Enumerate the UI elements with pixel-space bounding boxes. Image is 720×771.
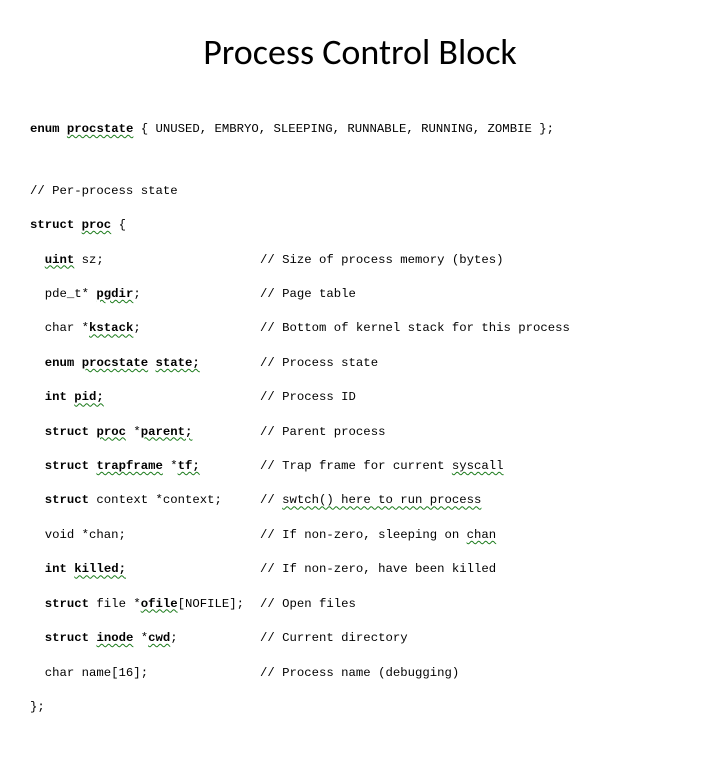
code-block: enum procstate { UNUSED, EMBRYO, SLEEPIN… [30, 104, 690, 751]
field-row: int killed;// If non-zero, have been kil… [30, 561, 690, 578]
struct-close: }; [30, 699, 690, 716]
field-row: struct trapframe *tf;// Trap frame for c… [30, 458, 690, 475]
field-row: struct proc *parent;// Parent process [30, 424, 690, 441]
field-row: uint sz;// Size of process memory (bytes… [30, 252, 690, 269]
field-row: int pid;// Process ID [30, 389, 690, 406]
field-row: char name[16];// Process name (debugging… [30, 665, 690, 682]
slide-title: Process Control Block [30, 30, 690, 74]
comment-header: // Per-process state [30, 183, 690, 200]
field-row: char *kstack;// Bottom of kernel stack f… [30, 320, 690, 337]
struct-open: struct proc { [30, 217, 690, 234]
field-row: struct inode *cwd;// Current directory [30, 630, 690, 647]
field-row: struct context *context;// swtch() here … [30, 492, 690, 509]
field-row: enum procstate state;// Process state [30, 355, 690, 372]
field-row: void *chan;// If non-zero, sleeping on c… [30, 527, 690, 544]
field-row: struct file *ofile[NOFILE];// Open files [30, 596, 690, 613]
field-row: pde_t* pgdir;// Page table [30, 286, 690, 303]
enum-line: enum procstate { UNUSED, EMBRYO, SLEEPIN… [30, 121, 690, 138]
slide: Process Control Block enum procstate { U… [0, 0, 720, 771]
